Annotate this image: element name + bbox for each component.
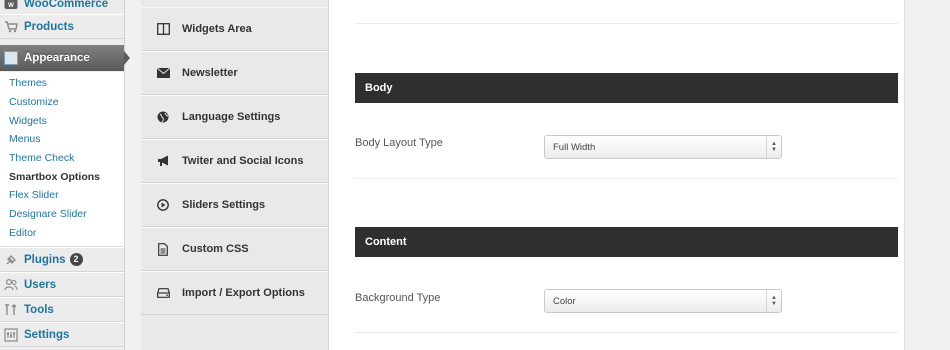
section-header-content: Content <box>355 227 898 257</box>
select-value: Color <box>553 295 576 307</box>
divider <box>355 23 898 24</box>
divider <box>355 332 898 333</box>
menu-appearance[interactable]: Appearance <box>0 45 130 71</box>
tools-icon <box>4 303 18 317</box>
submenu-editor[interactable]: Editor <box>9 226 36 240</box>
menu-tools[interactable]: Tools <box>0 297 124 322</box>
tab-widgets-area[interactable]: Widgets Area <box>141 7 328 51</box>
menu-woocommerce-label: WooCommerce <box>24 0 109 10</box>
section-header-body: Body <box>355 73 898 103</box>
hard-drive-icon <box>156 286 170 300</box>
menu-settings[interactable]: Settings <box>0 322 124 347</box>
tab-label: Sliders Settings <box>182 199 266 211</box>
document-icon <box>156 242 170 256</box>
tab-label: Twiter and Social Icons <box>182 155 304 167</box>
select-value: Full Width <box>553 141 596 153</box>
tab-newsletter[interactable]: Newsletter <box>141 51 328 95</box>
update-count-badge: 2 <box>69 253 83 266</box>
submenu-themes[interactable]: Themes <box>9 76 47 90</box>
menu-products[interactable]: Products <box>0 14 124 39</box>
menu-plugins-label: Plugins <box>24 253 66 266</box>
menu-users[interactable]: Users <box>0 272 124 297</box>
menu-products-label: Products <box>24 20 74 33</box>
envelope-icon <box>156 66 170 80</box>
background-type-select[interactable]: Color ▲ ▼ <box>544 289 782 313</box>
globe-icon <box>156 110 170 124</box>
theme-options-nav: Widgets Area Newsletter Language Setting… <box>141 0 329 350</box>
tab-label: Import / Export Options <box>182 287 305 299</box>
background-type-label: Background Type <box>355 292 441 304</box>
divider <box>355 178 898 179</box>
submenu-widgets[interactable]: Widgets <box>9 114 47 128</box>
submenu-customize[interactable]: Customize <box>9 95 59 109</box>
current-menu-arrow <box>124 51 130 65</box>
tab-language-settings[interactable]: Language Settings <box>141 95 328 139</box>
tab-label: Custom CSS <box>182 243 249 255</box>
admin-sidebar: W WooCommerce Products Appearance Themes… <box>0 0 130 350</box>
tab-label: Language Settings <box>182 111 281 123</box>
menu-plugins[interactable]: Plugins 2 <box>0 247 124 272</box>
cart-icon <box>4 20 18 34</box>
plug-icon <box>4 253 18 267</box>
menu-settings-label: Settings <box>24 328 70 341</box>
tab-import-export[interactable]: Import / Export Options <box>141 271 328 315</box>
svg-text:W: W <box>8 3 14 9</box>
tab-social-icons[interactable]: Twiter and Social Icons <box>141 139 328 183</box>
submenu-theme-check[interactable]: Theme Check <box>9 151 74 165</box>
columns-icon <box>156 22 170 36</box>
users-icon <box>4 278 18 292</box>
menu-users-label: Users <box>24 278 56 291</box>
select-arrows-icon: ▲ ▼ <box>766 290 781 312</box>
play-circle-icon <box>156 198 170 212</box>
settings-icon <box>4 327 18 342</box>
tab-sliders-settings[interactable]: Sliders Settings <box>141 183 328 227</box>
submenu-smartbox-options[interactable]: Smartbox Options <box>9 170 100 184</box>
submenu-menus[interactable]: Menus <box>9 132 41 146</box>
section-title: Content <box>365 236 407 248</box>
section-title: Body <box>365 82 393 94</box>
tab-label: Widgets Area <box>182 23 252 35</box>
body-layout-type-select[interactable]: Full Width ▲ ▼ <box>544 135 782 159</box>
menu-appearance-label: Appearance <box>24 52 90 64</box>
tab-label: Newsletter <box>182 67 238 79</box>
submenu-designare-slider[interactable]: Designare Slider <box>9 207 87 221</box>
select-arrows-icon: ▲ ▼ <box>766 136 781 158</box>
appearance-icon <box>4 51 18 65</box>
menu-tools-label: Tools <box>24 303 54 316</box>
woocommerce-icon: W <box>4 0 18 11</box>
options-content: Body Body Layout Type Full Width ▲ ▼ Cont… <box>329 0 905 350</box>
body-layout-type-label: Body Layout Type <box>355 137 443 149</box>
submenu-flex-slider[interactable]: Flex Slider <box>9 188 59 202</box>
appearance-submenu: Themes Customize Widgets Menus Theme Che… <box>0 72 124 247</box>
megaphone-icon <box>156 154 170 168</box>
tab-custom-css[interactable]: Custom CSS <box>141 227 328 271</box>
